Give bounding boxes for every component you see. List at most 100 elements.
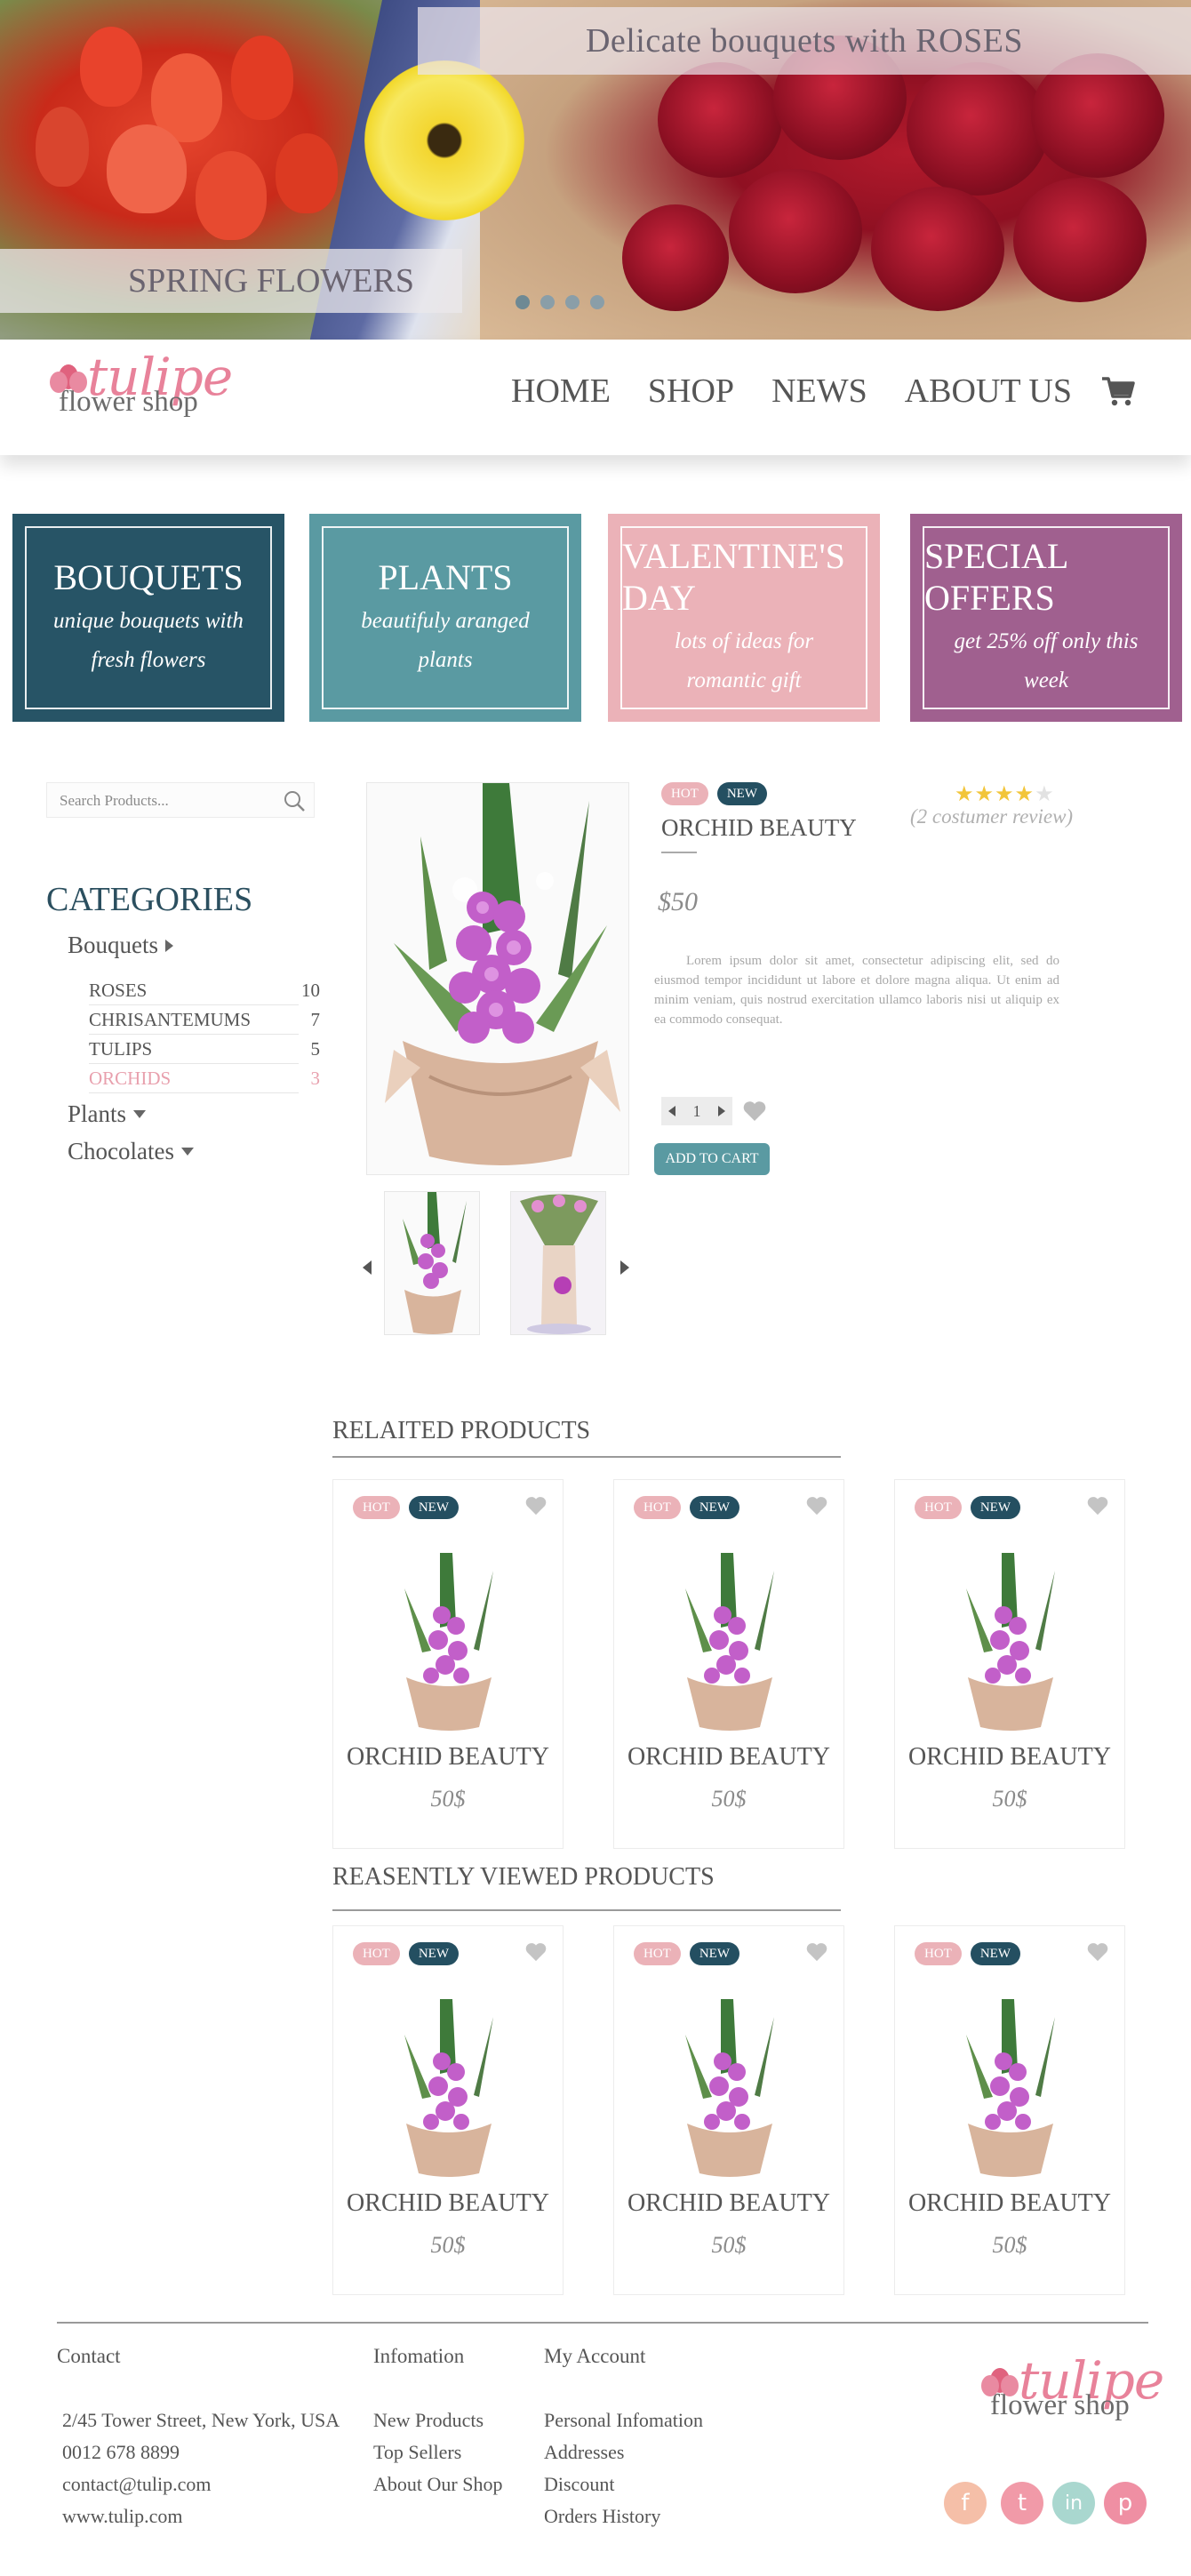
nav-shop[interactable]: SHOP [648,372,734,411]
product-card-image[interactable] [387,1553,511,1731]
wishlist-heart-icon[interactable] [806,1942,827,1962]
product-card-name[interactable]: ORCHID BEAUTY [333,2189,563,2218]
footer-link-top-sellers[interactable]: Top Sellers [373,2441,461,2464]
thumbs-prev-arrow[interactable] [363,1260,372,1275]
facebook-icon[interactable]: f [944,2482,987,2524]
logo-word-flower-shop: flower shop [990,2389,1130,2421]
hero-gerbera-image [364,60,524,220]
pinterest-glyph: p [1117,2490,1133,2516]
footer-link-addresses[interactable]: Addresses [544,2441,624,2464]
quantity-value[interactable]: 1 [693,1102,701,1121]
category-bouquets-label: Bouquets [68,932,159,958]
hero-caption: SPRING FLOWERS [128,262,414,300]
wishlist-heart-icon[interactable] [806,1496,827,1516]
footer-website-link[interactable]: www.tulip.com [62,2505,182,2528]
slider-dot-1[interactable] [516,295,530,309]
increment-arrow-icon[interactable] [718,1106,725,1116]
tile-plants[interactable]: PLANTS beautifuly aranged plants [309,514,581,722]
category-bouquets[interactable]: Bouquets [68,932,174,959]
thumbs-next-arrow[interactable] [620,1260,629,1275]
product-card[interactable]: HOT NEW ORCHID BEAUTY 50$ [613,1479,844,1849]
product-badges: HOT NEW [634,1496,739,1519]
product-card-image[interactable] [667,1553,792,1731]
wishlist-heart-icon[interactable] [743,1100,766,1122]
product-card-image[interactable] [948,1999,1073,2177]
product-thumbnail-1[interactable] [384,1191,480,1335]
new-badge: NEW [970,1942,1020,1965]
tile-frame: SPECIAL OFFERS get 25% off only this wee… [923,526,1170,709]
footer-email-link[interactable]: contact@tulip.com [62,2473,212,2496]
nav-news[interactable]: NEWS [771,372,867,411]
product-badges: HOT NEW [353,1496,459,1519]
product-thumbnail-2[interactable] [510,1191,606,1335]
add-to-cart-button[interactable]: ADD TO CART [654,1143,770,1175]
footer-logo[interactable]: tulipe flower shop [981,2350,1164,2432]
product-badges: HOT NEW [634,1942,739,1965]
tile-subtitle: get 25% off only this week [954,629,1139,692]
site-logo[interactable]: tulipe flower shop [50,347,233,428]
star-empty-icon: ★ [1035,781,1054,806]
search-icon[interactable] [282,788,307,813]
tile-valentines-day[interactable]: VALENTINE'S DAY lots of ideas for romant… [608,514,880,722]
product-card[interactable]: HOT NEW ORCHID BEAUTY 50$ [332,1479,564,1849]
slider-dot-2[interactable] [540,295,555,309]
review-count-link[interactable]: (2 costumer review) [910,805,1073,828]
subcategory-chrisantemums[interactable]: CHRISANTEMUMS 7 [89,1007,320,1036]
footer-phone: 0012 678 8899 [62,2441,180,2463]
twitter-icon[interactable]: t [1001,2482,1043,2524]
orchid-bouquet-image [385,783,620,1165]
category-chocolates-label: Chocolates [68,1138,174,1164]
product-card-name[interactable]: ORCHID BEAUTY [614,2189,843,2218]
product-card[interactable]: HOT NEW ORCHID BEAUTY 50$ [332,1925,564,2295]
product-card-name[interactable]: ORCHID BEAUTY [895,2189,1124,2218]
subcategory-roses[interactable]: ROSES 10 [89,978,320,1007]
hero-headline-banner: Delicate bouquets with ROSES [418,7,1191,75]
product-card[interactable]: HOT NEW ORCHID BEAUTY 50$ [894,1925,1125,2295]
slider-dot-4[interactable] [590,295,604,309]
footer-link-new-products[interactable]: New Products [373,2409,484,2432]
rating-stars[interactable]: ★ ★ ★ ★ ★ [955,781,1054,806]
category-plants[interactable]: Plants [68,1100,147,1128]
category-tiles: BOUQUETS unique bouquets with fresh flow… [12,514,1182,722]
tile-bouquets[interactable]: BOUQUETS unique bouquets with fresh flow… [12,514,284,722]
tile-special-offers[interactable]: SPECIAL OFFERS get 25% off only this wee… [910,514,1182,722]
star-filled-icon: ★ [974,781,995,806]
hot-badge: HOT [353,1496,400,1519]
search-input[interactable]: Search Products... [46,782,315,818]
product-badges: HOT NEW [661,782,767,805]
footer-link-about-our-shop[interactable]: About Our Shop [373,2473,502,2496]
product-card-price: 50$ [430,2232,466,2258]
product-card-name[interactable]: ORCHID BEAUTY [614,1743,843,1772]
wishlist-heart-icon[interactable] [525,1496,547,1516]
chevron-down-icon [180,1148,194,1156]
nav-about-us[interactable]: ABOUT US [905,372,1072,411]
subcategory-tulips[interactable]: TULIPS 5 [89,1036,320,1066]
category-chocolates[interactable]: Chocolates [68,1138,194,1165]
product-card-price: 50$ [711,1786,747,1812]
subcategory-orchids[interactable]: ORCHIDS 3 [89,1066,320,1095]
pinterest-icon[interactable]: p [1104,2482,1147,2524]
star-filled-icon: ★ [995,781,1014,806]
decrement-arrow-icon[interactable] [668,1106,675,1116]
product-card-image[interactable] [387,1999,511,2177]
product-card-image[interactable] [948,1553,1073,1731]
quantity-stepper[interactable]: 1 [661,1097,732,1125]
nav-home[interactable]: HOME [511,372,611,411]
product-card-image[interactable] [667,1999,792,2177]
product-card-name[interactable]: ORCHID BEAUTY [895,1743,1124,1772]
footer-account-title: My Account [544,2345,646,2367]
slider-dot-3[interactable] [565,295,580,309]
footer-link-orders-history[interactable]: Orders History [544,2505,660,2528]
product-card[interactable]: HOT NEW ORCHID BEAUTY 50$ [613,1925,844,2295]
footer-link-personal-information[interactable]: Personal Infomation [544,2409,703,2432]
divider [332,1456,841,1458]
product-card-name[interactable]: ORCHID BEAUTY [333,1743,563,1772]
shopping-cart-icon[interactable] [1100,375,1136,407]
product-card[interactable]: HOT NEW ORCHID BEAUTY 50$ [894,1479,1125,1849]
wishlist-heart-icon[interactable] [1087,1942,1108,1962]
wishlist-heart-icon[interactable] [1087,1496,1108,1516]
footer-link-discount[interactable]: Discount [544,2473,614,2496]
product-main-image[interactable] [366,782,629,1175]
linkedin-icon[interactable]: in [1052,2482,1095,2524]
wishlist-heart-icon[interactable] [525,1942,547,1962]
